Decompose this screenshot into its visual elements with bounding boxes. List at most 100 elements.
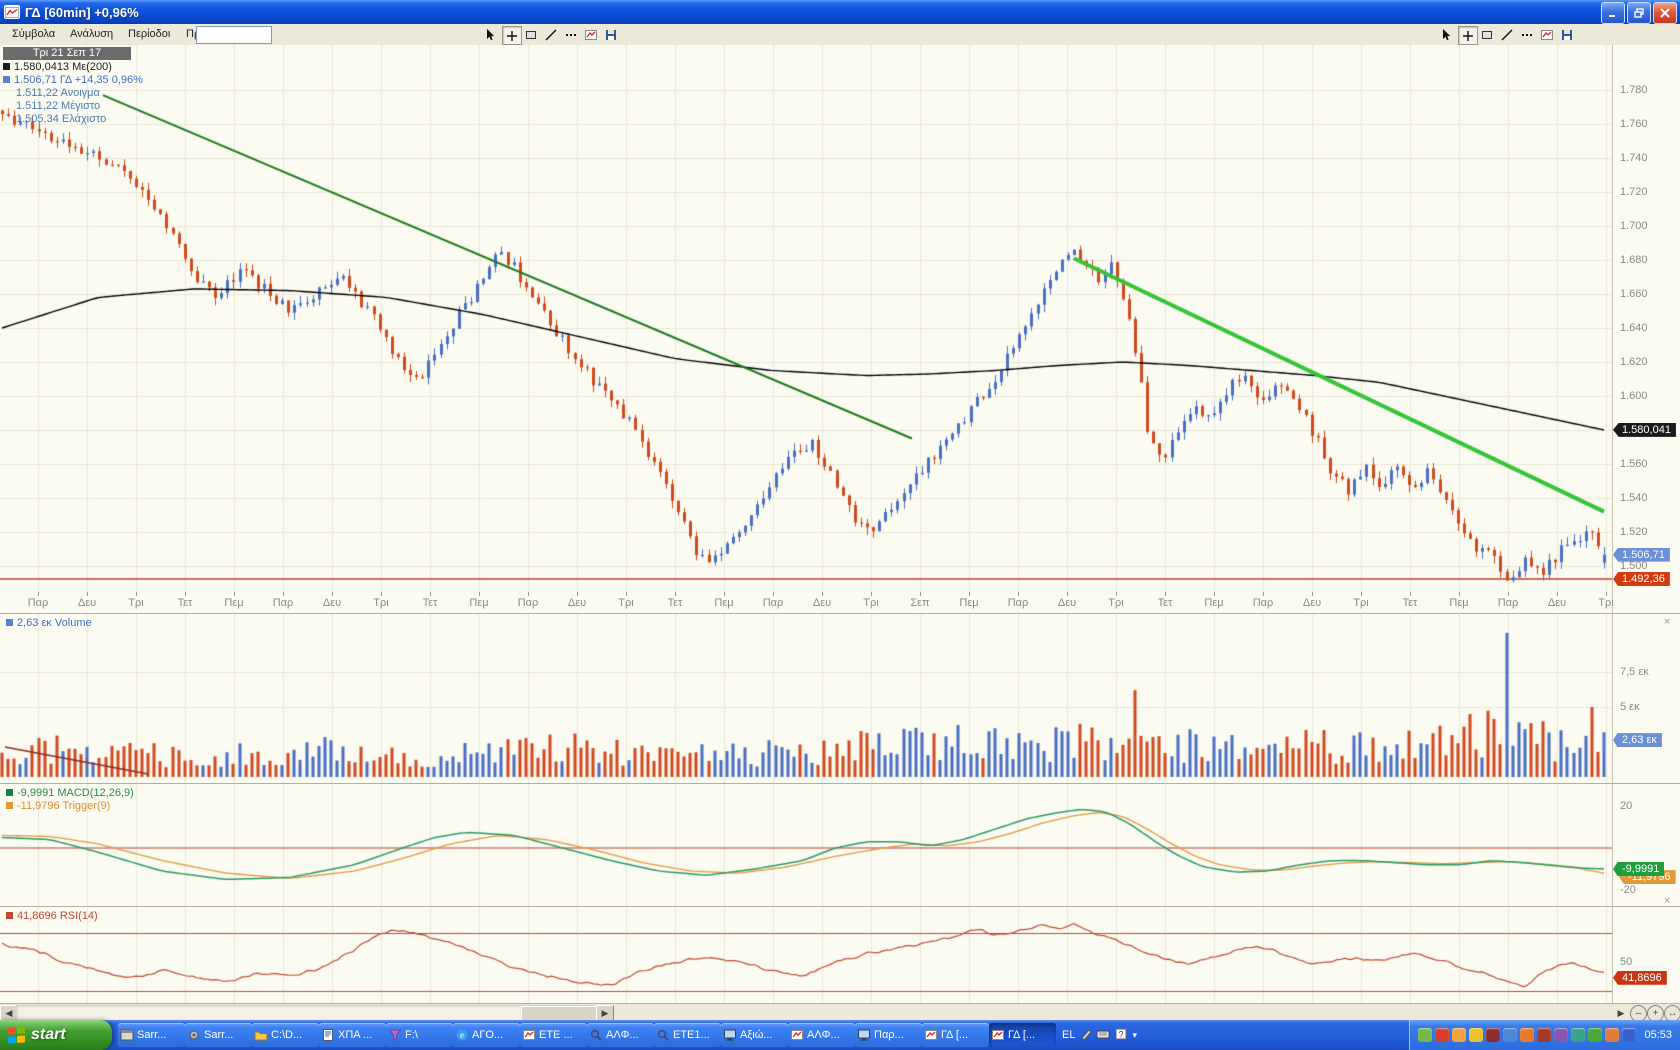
x-axis-label: Τρι (863, 597, 878, 609)
taskbar-clock: 05:53 (1644, 1029, 1672, 1041)
dashes-icon[interactable] (562, 26, 580, 43)
menu-item-Σύμβολα[interactable]: Σύμβολα (8, 27, 59, 41)
tray-icon-6[interactable] (1503, 1028, 1517, 1042)
symbol-input[interactable] (196, 26, 272, 44)
panel-separator-volume (0, 613, 1680, 614)
x-axis-tick (920, 592, 921, 596)
x-axis-label: Πεμ (714, 597, 733, 609)
price-tick: 1.660 (1620, 288, 1648, 300)
task-button-1[interactable]: Sarr... (185, 1023, 252, 1047)
x-axis-tick (1557, 592, 1558, 596)
tray-icon-9[interactable] (1554, 1028, 1568, 1042)
x-axis-tick (87, 592, 88, 596)
close-macd-pane-icon[interactable]: × (1664, 895, 1670, 907)
panel-separator-macd (0, 783, 1680, 784)
menu-item-Ανάλυση[interactable]: Ανάλυση (66, 27, 117, 41)
funnel-icon (388, 1028, 402, 1042)
save-icon[interactable] (602, 26, 620, 43)
menu-item-Περίοδοι[interactable]: Περίοδοι (124, 27, 174, 41)
tray-icon-1[interactable] (1418, 1028, 1432, 1042)
task-button-5[interactable]: eΑΓΟ... (453, 1023, 520, 1047)
help-icon[interactable]: ? (1114, 1027, 1128, 1044)
x-axis-label: Τετ (668, 597, 683, 609)
restore-button[interactable] (1627, 2, 1651, 24)
x-axis-label: Τετ (178, 597, 193, 609)
task-button-7[interactable]: ΑΛΦ... (587, 1023, 654, 1047)
horizontal-scrollbar: ◀ ▶ ▶ – + ↔ (0, 1003, 1680, 1021)
x-axis-tick (332, 592, 333, 596)
pointer-icon[interactable] (482, 26, 500, 43)
task-button-0[interactable]: Sarr... (118, 1023, 185, 1047)
task-button-13[interactable]: ΓΔ [... (989, 1023, 1056, 1047)
trendline-icon[interactable] (1498, 26, 1516, 43)
ie-icon: e (455, 1028, 469, 1042)
tray-icon-4[interactable] (1469, 1028, 1483, 1042)
keyboard-icon[interactable] (1096, 1027, 1110, 1044)
save-icon[interactable] (1558, 26, 1576, 43)
task-button-9[interactable]: Αξιώ... (721, 1023, 788, 1047)
task-button-12[interactable]: ΓΔ [... (922, 1023, 989, 1047)
x-axis-tick (136, 592, 137, 596)
macd-chart-canvas[interactable] (0, 784, 1612, 907)
price-chart-canvas[interactable] (0, 45, 1612, 592)
trendline-icon[interactable] (542, 26, 560, 43)
task-button-11[interactable]: Παρ... (855, 1023, 922, 1047)
task-button-3[interactable]: ΧΠΑ ... (319, 1023, 386, 1047)
crosshair-icon[interactable] (1458, 26, 1478, 45)
x-axis-tick (1165, 592, 1166, 596)
x-axis-label: Δευ (323, 597, 341, 609)
task-button-10[interactable]: ΑΛΦ... (788, 1023, 855, 1047)
window-titlebar[interactable]: ΓΔ [60min] +0,96% (0, 0, 1680, 24)
minimize-button[interactable] (1601, 2, 1625, 24)
chart-area (0, 45, 1680, 1003)
task-button-4[interactable]: F:\ (386, 1023, 453, 1047)
language-bar-chevron-icon[interactable]: ▾ (1132, 1030, 1137, 1041)
rsi-chart-canvas[interactable] (0, 907, 1612, 1003)
chart-icon[interactable] (1538, 26, 1556, 43)
crosshair-icon[interactable] (502, 26, 522, 45)
price-tick: 1.500 (1620, 560, 1648, 572)
task-button-2[interactable]: C:\D... (252, 1023, 319, 1047)
start-button[interactable]: start (0, 1020, 112, 1050)
pointer-icon[interactable] (1438, 26, 1456, 43)
tray-icon-2[interactable] (1435, 1028, 1449, 1042)
date-tooltip: Τρι 21 Σεπ 17 (3, 47, 131, 60)
tray-icon-3[interactable] (1452, 1028, 1466, 1042)
tray-icon-11[interactable] (1588, 1028, 1602, 1042)
task-button-6[interactable]: ΕΤΕ ... (520, 1023, 587, 1047)
price-tick: 1.740 (1620, 152, 1648, 164)
tray-icon-8[interactable] (1537, 1028, 1551, 1042)
tray-icon-7[interactable] (1520, 1028, 1534, 1042)
zoom-box-icon[interactable] (522, 26, 540, 43)
price-tick: 1.560 (1620, 458, 1648, 470)
x-axis-label: Παρ (518, 597, 539, 609)
chart-icon[interactable] (582, 26, 600, 43)
tray-icon-12[interactable] (1605, 1028, 1619, 1042)
desktop: ΓΔ [60min] +0,96% Σύμβολα Ανάλυση Περίοδοι… (0, 0, 1680, 1050)
legend-row-2: 1.511,22 Ανοιγμα (3, 87, 143, 100)
dashes-icon[interactable] (1518, 26, 1536, 43)
magnifier-icon (589, 1028, 603, 1042)
tray-icon-5[interactable] (1486, 1028, 1500, 1042)
pen-icon[interactable] (1079, 1027, 1092, 1044)
trigger-swatch (6, 802, 13, 809)
x-axis-tick (1312, 592, 1313, 596)
zoom-box-icon[interactable] (1478, 26, 1496, 43)
scrollbar-track[interactable] (16, 1005, 596, 1020)
x-axis-tick (1459, 592, 1460, 596)
volume-chart-canvas[interactable] (0, 614, 1612, 784)
x-axis-tick (381, 592, 382, 596)
x-axis-tick (675, 592, 676, 596)
price-tick: 1.680 (1620, 254, 1648, 266)
task-button-8[interactable]: ΕΤΕ1... (654, 1023, 721, 1047)
legend-row-3: 1.511,22 Μέγιστο (3, 100, 143, 113)
close-button[interactable] (1653, 2, 1677, 24)
x-axis-label: Παρ (28, 597, 49, 609)
x-axis-label: Δευ (1058, 597, 1076, 609)
tray-icon-13[interactable] (1622, 1028, 1636, 1042)
x-axis-label: Τρι (618, 597, 633, 609)
tray-icon-10[interactable] (1571, 1028, 1585, 1042)
close-volume-pane-icon[interactable]: × (1664, 616, 1670, 628)
x-axis-label: Τρι (1598, 597, 1613, 609)
language-indicator[interactable]: EL (1062, 1029, 1075, 1041)
